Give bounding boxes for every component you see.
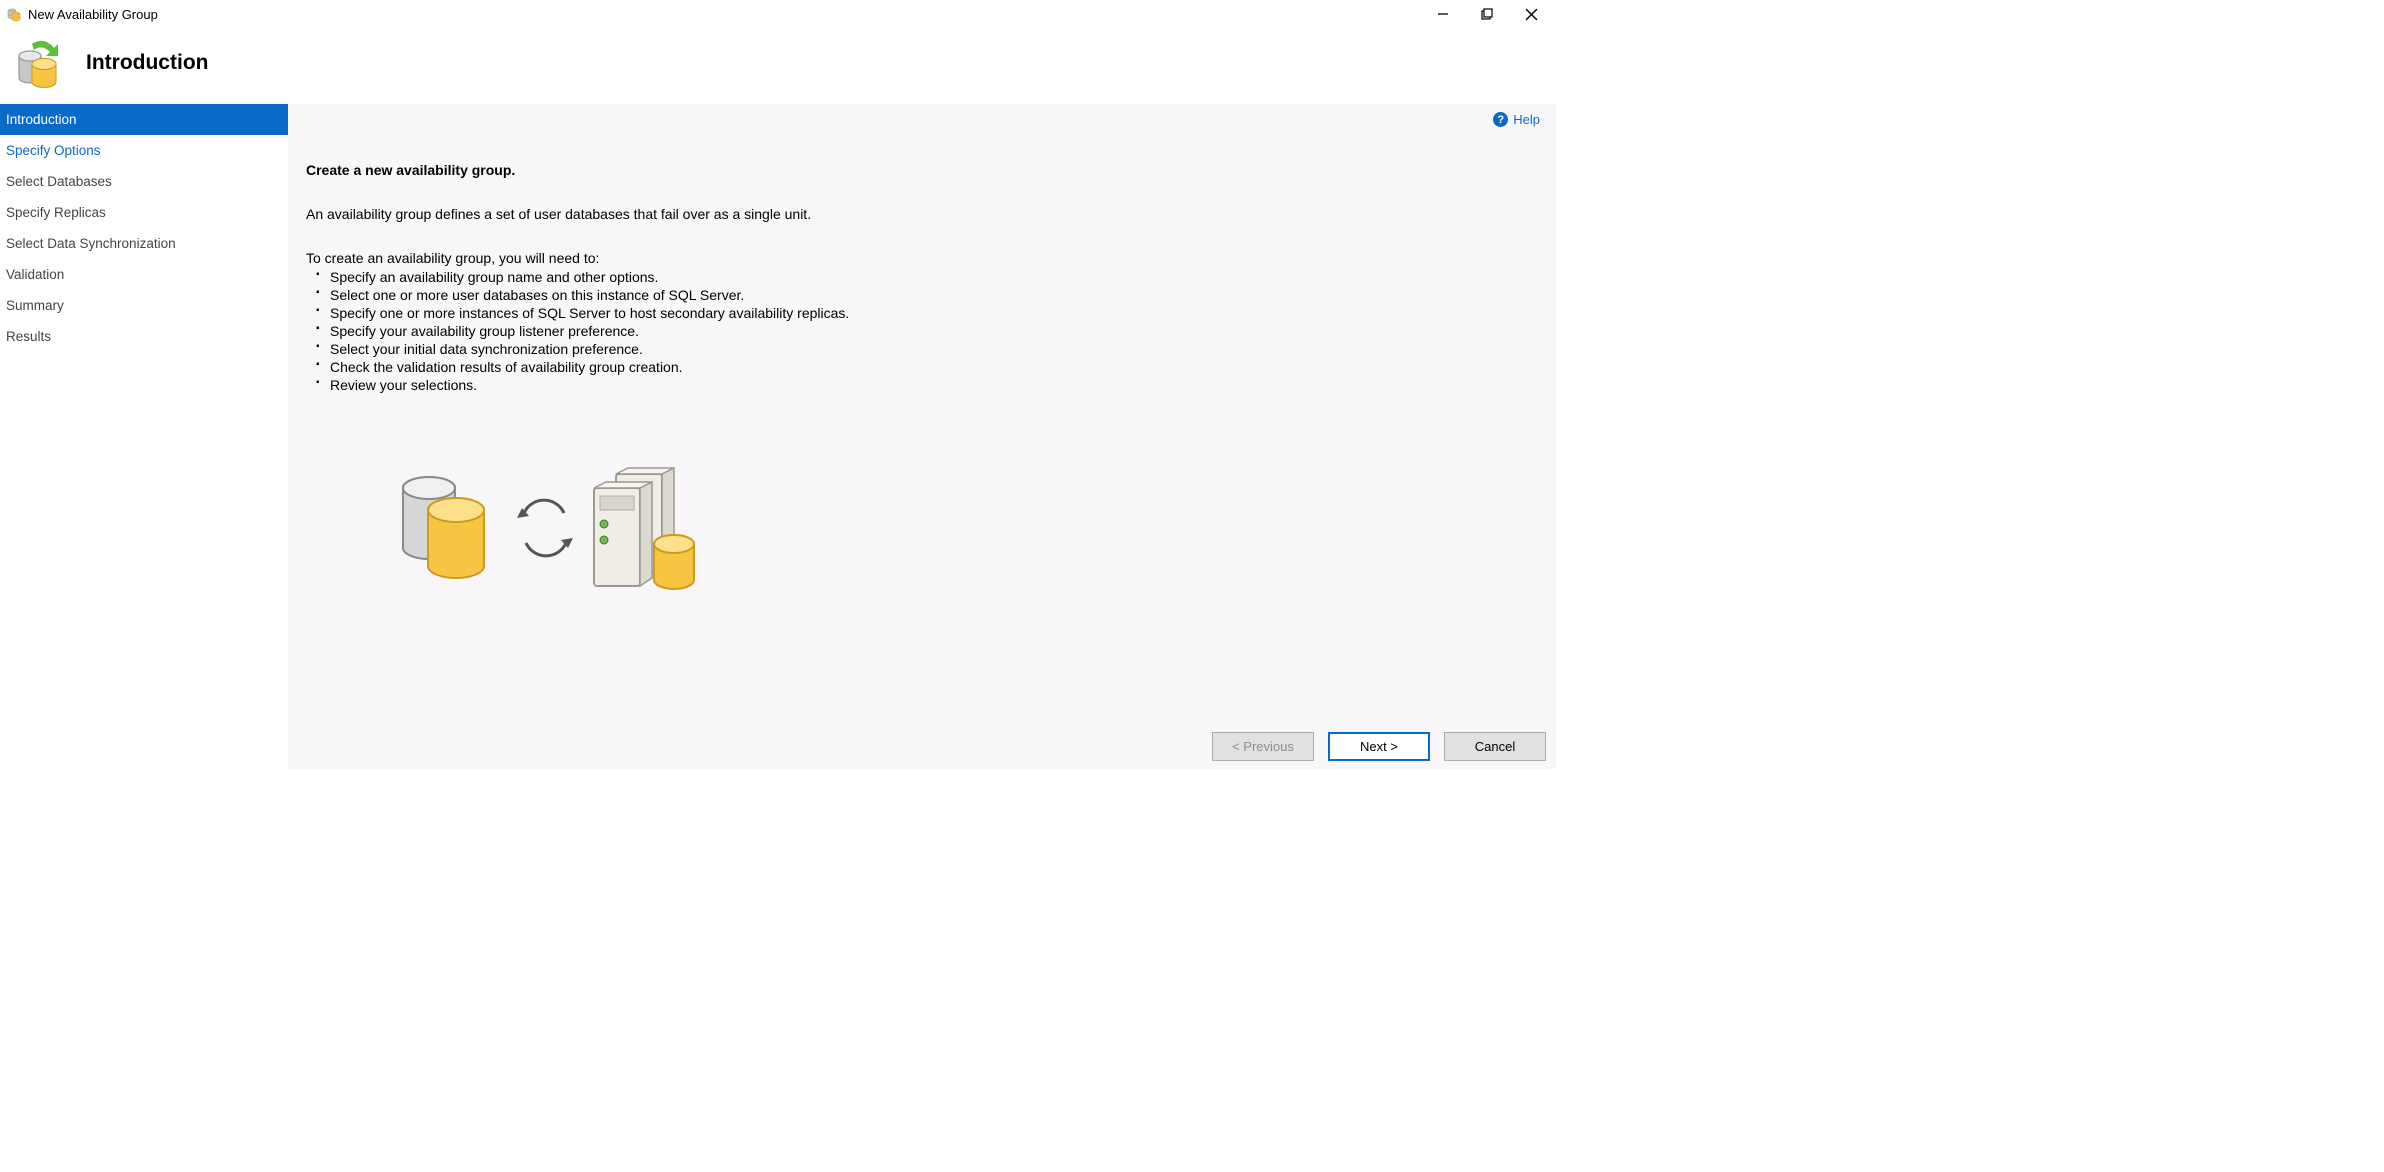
nav-select-data-sync[interactable]: Select Data Synchronization — [0, 228, 288, 259]
titlebar-left: New Availability Group — [6, 6, 158, 22]
step-item: Check the validation results of availabi… — [330, 358, 1538, 376]
step-item: Select one or more user databases on thi… — [330, 286, 1538, 304]
minimize-button[interactable] — [1430, 4, 1456, 24]
step-item: Specify one or more instances of SQL Ser… — [330, 304, 1538, 322]
nav-select-databases[interactable]: Select Databases — [0, 166, 288, 197]
wizard-header-icon — [14, 36, 68, 90]
nav-specify-replicas[interactable]: Specify Replicas — [0, 197, 288, 228]
wizard-content: ? Help Create a new availability group. … — [288, 104, 1556, 769]
content-illustration — [384, 458, 1538, 601]
step-item: Specify an availability group name and o… — [330, 268, 1538, 286]
nav-specify-options[interactable]: Specify Options — [0, 135, 288, 166]
nav-validation[interactable]: Validation — [0, 259, 288, 290]
content-steps: Specify an availability group name and o… — [306, 268, 1538, 394]
step-item: Review your selections. — [330, 376, 1538, 394]
page-title: Introduction — [86, 51, 208, 75]
nav-results[interactable]: Results — [0, 321, 288, 352]
cancel-button[interactable]: Cancel — [1444, 732, 1546, 761]
content-heading: Create a new availability group. — [306, 162, 1538, 178]
wizard-header: Introduction — [0, 28, 1556, 104]
content-lead: To create an availability group, you wil… — [306, 250, 1538, 266]
help-label: Help — [1513, 112, 1540, 127]
previous-button: < Previous — [1212, 732, 1314, 761]
wizard-body: Introduction Specify Options Select Data… — [0, 104, 1556, 769]
step-item: Specify your availability group listener… — [330, 322, 1538, 340]
titlebar: New Availability Group — [0, 0, 1556, 28]
app-icon — [6, 6, 22, 22]
wizard-footer: < Previous Next > Cancel — [1212, 732, 1546, 761]
step-item: Select your initial data synchronization… — [330, 340, 1538, 358]
close-button[interactable] — [1518, 4, 1544, 24]
window-controls — [1430, 4, 1550, 24]
nav-introduction[interactable]: Introduction — [0, 104, 288, 135]
content-intro: An availability group defines a set of u… — [306, 206, 1538, 222]
help-icon: ? — [1493, 112, 1508, 127]
wizard-nav: Introduction Specify Options Select Data… — [0, 104, 288, 769]
window-title: New Availability Group — [28, 7, 158, 22]
maximize-button[interactable] — [1474, 4, 1500, 24]
help-link[interactable]: ? Help — [1493, 112, 1540, 127]
nav-summary[interactable]: Summary — [0, 290, 288, 321]
next-button[interactable]: Next > — [1328, 732, 1430, 761]
